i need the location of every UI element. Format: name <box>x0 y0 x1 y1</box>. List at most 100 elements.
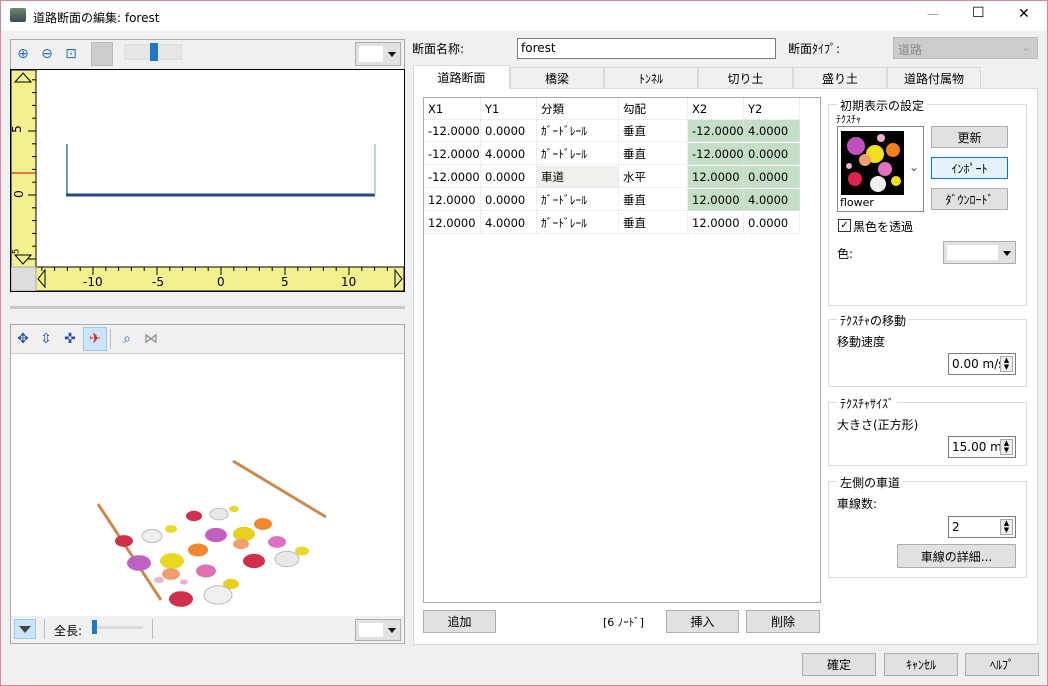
title-bar: 道路断面の編集: forest — ☐ ✕ <box>1 1 1047 31</box>
update-button[interactable]: 更新 <box>931 126 1008 148</box>
column-header: X2 <box>688 98 744 120</box>
profile-canvas[interactable]: -10 -5 0 5 10 5 0 -5 <box>10 69 405 292</box>
speed-input[interactable]: 0.00 m/s ▲ ▼ <box>948 353 1016 375</box>
table-cell: 0.0000 <box>481 120 537 142</box>
chevron-down-icon: ⌄ <box>1020 40 1031 54</box>
speed-label: 移動速度 <box>837 335 886 349</box>
splitter[interactable] <box>10 306 405 309</box>
zoom-icon[interactable]: ⌕ <box>117 329 137 349</box>
background-color-select[interactable] <box>355 619 401 641</box>
flower-texture-mark <box>115 535 133 547</box>
transparent-black-checkbox[interactable]: ✓ <box>838 219 851 232</box>
table-cell: 垂直 <box>619 189 688 211</box>
chevron-down-icon: ⌄ <box>909 160 920 174</box>
tab-bridge[interactable]: 橋梁 <box>510 67 604 88</box>
y-tick-label: 5 <box>9 125 24 133</box>
delete-button[interactable]: 削除 <box>746 610 820 633</box>
type-select[interactable]: 道路 ⌄ <box>893 37 1038 59</box>
zoom-in-icon[interactable]: ⊕ <box>13 44 33 64</box>
reset-view-icon[interactable]: ⋈ <box>141 329 161 349</box>
table-cell: 垂直 <box>619 143 688 165</box>
minimize-button[interactable]: — <box>927 7 939 21</box>
download-button[interactable]: ﾀﾞｳﾝﾛｰﾄﾞ <box>931 188 1008 210</box>
table-cell: ｶﾞｰﾄﾞﾚｰﾙ <box>537 189 619 211</box>
separator <box>152 619 153 639</box>
column-header: Y2 <box>744 98 800 120</box>
import-button[interactable]: ｲﾝﾎﾟｰﾄ <box>931 157 1008 179</box>
zoom-out-icon[interactable]: ⊖ <box>37 44 57 64</box>
flower-texture-mark <box>169 591 193 607</box>
tab-road-accessories[interactable]: 道路付属物 <box>887 67 981 88</box>
size-input[interactable]: 15.00 m ▲ ▼ <box>948 436 1016 458</box>
x-tick-label: 0 <box>217 275 225 289</box>
view3d-canvas[interactable] <box>10 354 405 616</box>
close-button[interactable]: ✕ <box>1018 6 1030 22</box>
table-cell: 12.0000 <box>424 212 481 234</box>
view-mode-button[interactable] <box>14 619 36 639</box>
tab-tunnel[interactable]: ﾄﾝﾈﾙ <box>604 67 698 88</box>
cancel-button[interactable]: ｷｬﾝｾﾙ <box>884 653 958 676</box>
flower-texture-mark <box>268 536 286 548</box>
transparent-black-label: 黒色を透過 <box>853 220 914 234</box>
table-cell[interactable]: 車道 <box>537 166 619 188</box>
type-label: 断面ﾀｲﾌﾟ: <box>788 42 841 56</box>
lanes-input[interactable]: 2 ▲ ▼ <box>948 516 1016 538</box>
zoom-fit-icon[interactable]: ⊡ <box>61 44 81 64</box>
flower-texture-mark <box>162 568 180 580</box>
table-cell: -12.0000 <box>688 120 744 142</box>
flower-texture-mark <box>209 507 229 521</box>
flower-texture-mark <box>243 553 265 569</box>
spinner-arrows[interactable]: ▲ ▼ <box>1000 356 1013 372</box>
table-cell: -12.0000 <box>424 120 481 142</box>
x-tick-label: 5 <box>281 275 289 289</box>
maximize-button[interactable]: ☐ <box>972 5 985 21</box>
table-cell: -12.0000 <box>424 143 481 165</box>
size-value: 15.00 m <box>952 440 1002 454</box>
lane-details-button[interactable]: 車線の詳細... <box>897 544 1016 568</box>
tab-fill[interactable]: 盛り土 <box>793 67 887 88</box>
spinner-arrows[interactable]: ▲ ▼ <box>1000 439 1013 455</box>
color-select[interactable] <box>355 42 401 66</box>
name-label: 断面名称: <box>412 42 465 56</box>
add-button[interactable]: 追加 <box>423 610 496 633</box>
table-cell: 12.0000 <box>688 166 744 188</box>
toolbar-separator <box>110 329 111 349</box>
table-cell: 0.0000 <box>744 143 800 165</box>
lanes-value: 2 <box>952 520 960 534</box>
texture-picker[interactable]: ⌄ flower <box>837 126 924 212</box>
insert-button[interactable]: 挿入 <box>666 610 739 633</box>
flower-texture-mark <box>160 553 184 569</box>
flower-texture-mark <box>274 550 300 568</box>
walk-icon[interactable]: ✈ <box>83 327 107 351</box>
column-header: X1 <box>424 98 481 120</box>
tab-cut[interactable]: 切り土 <box>698 67 793 88</box>
table-cell: 4.0000 <box>481 212 537 234</box>
name-input[interactable]: forest <box>517 38 776 59</box>
length-slider[interactable] <box>91 620 143 634</box>
ok-button[interactable]: 確定 <box>802 653 876 676</box>
flower-texture-mark <box>127 555 151 571</box>
view3d-bottom-bar: 全長: <box>10 616 405 644</box>
x-tick-label: -5 <box>152 275 164 289</box>
table-cell: 垂直 <box>619 212 688 234</box>
column-header: Y1 <box>481 98 537 120</box>
help-button[interactable]: ﾍﾙﾌﾟ <box>965 653 1039 676</box>
color-label: 色: <box>837 247 854 261</box>
spinner-arrows[interactable]: ▲ ▼ <box>1000 519 1013 535</box>
table-cell: ｶﾞｰﾄﾞﾚｰﾙ <box>537 212 619 234</box>
tab-road-section[interactable]: 道路断面 <box>413 65 510 89</box>
texture-color-select[interactable] <box>943 241 1016 264</box>
lanes-label: 車線数: <box>837 497 878 511</box>
x-tick-label: 10 <box>341 275 357 289</box>
window-title: 道路断面の編集: forest <box>33 11 160 25</box>
column-header: 勾配 <box>619 98 688 120</box>
table-cell: 垂直 <box>619 120 688 142</box>
pan-icon[interactable]: ✜ <box>60 329 80 349</box>
texture-label: ﾃｸｽﾁｬ <box>836 115 861 126</box>
table-cell: ｶﾞｰﾄﾞﾚｰﾙ <box>537 120 619 142</box>
rotate-icon[interactable]: ✥ <box>13 329 33 349</box>
zoom-slider[interactable] <box>124 43 182 61</box>
grid-toggle-button[interactable] <box>91 42 113 66</box>
table-cell: 4.0000 <box>744 189 800 211</box>
move-vertical-icon[interactable]: ⇳ <box>36 329 56 349</box>
